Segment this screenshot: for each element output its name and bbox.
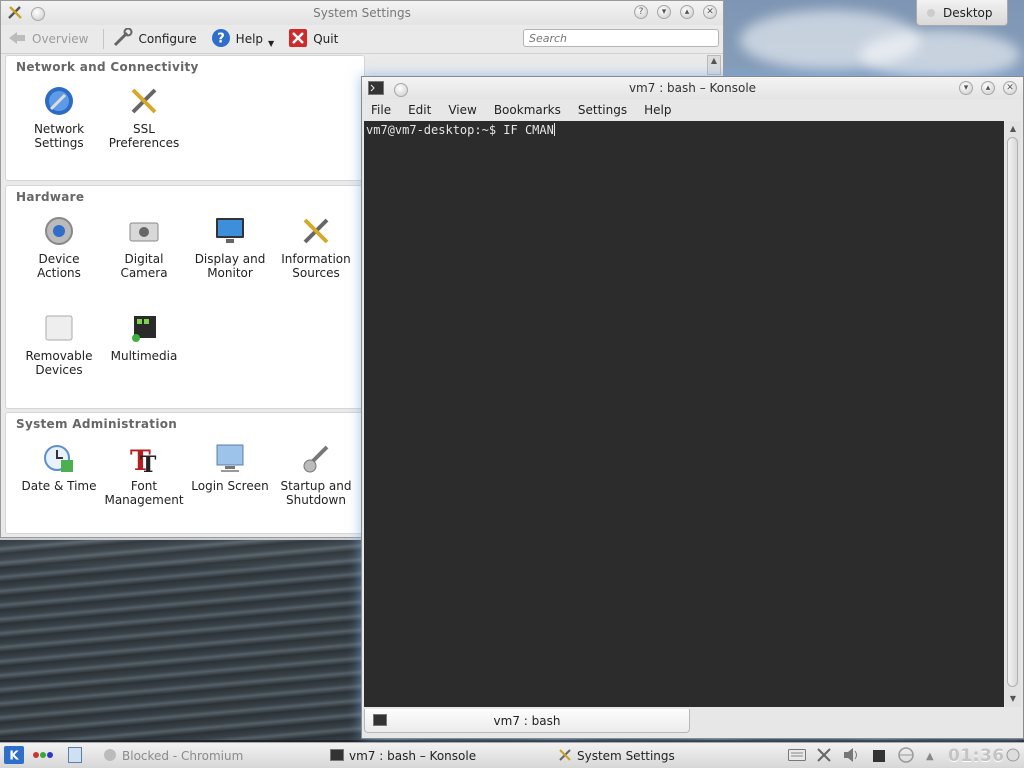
- group-system-administration: System Administration Date & Time TT Fon…: [5, 412, 365, 534]
- font-icon: TT: [127, 441, 161, 475]
- tab-bash[interactable]: vm7 : bash: [364, 709, 690, 733]
- module-display-monitor[interactable]: Display and Monitor: [187, 214, 273, 280]
- menu-file[interactable]: File: [371, 103, 391, 117]
- minimize-icon[interactable]: ▾: [959, 81, 973, 95]
- svg-text:K: K: [9, 748, 19, 762]
- task-chromium[interactable]: Blocked - Chromium: [103, 747, 243, 765]
- module-date-time[interactable]: Date & Time: [16, 441, 102, 493]
- device-actions-icon: [42, 214, 76, 248]
- menu-bookmarks[interactable]: Bookmarks: [494, 103, 561, 117]
- activities-icon: [32, 749, 54, 763]
- system-settings-titlebar[interactable]: System Settings ? ▾ ▴ ✕: [1, 1, 723, 25]
- network-icon[interactable]: [896, 746, 916, 766]
- digital-clock[interactable]: 01:36: [948, 746, 1005, 766]
- camera-icon: [127, 214, 161, 248]
- clock-icon: [42, 441, 76, 475]
- scroll-down-icon[interactable]: ▼: [1007, 693, 1019, 705]
- module-information-sources[interactable]: Information Sources: [273, 214, 359, 280]
- module-ssl-preferences[interactable]: SSL Preferences: [101, 84, 187, 150]
- show-desktop-button[interactable]: [68, 746, 82, 766]
- chromium-icon: [103, 748, 117, 765]
- konsole-tabbar: vm7 : bash: [364, 709, 1020, 735]
- module-font-management[interactable]: TT Font Management: [101, 441, 187, 507]
- scroll-up-icon[interactable]: ▲: [1007, 123, 1019, 135]
- keyboard-icon[interactable]: [788, 748, 806, 764]
- quit-button[interactable]: Quit: [288, 28, 338, 51]
- klipper-icon[interactable]: [816, 747, 832, 766]
- ssl-preferences-icon: [127, 84, 161, 118]
- konsole-menubar: File Edit View Bookmarks Settings Help: [362, 99, 1023, 121]
- volume-icon[interactable]: [842, 747, 862, 766]
- konsole-titlebar[interactable]: vm7 : bash – Konsole ▾ ▴ ✕: [362, 77, 1023, 99]
- task-system-settings[interactable]: System Settings: [558, 747, 675, 765]
- task-konsole[interactable]: vm7 : bash – Konsole: [330, 747, 476, 765]
- menu-view[interactable]: View: [448, 103, 476, 117]
- module-digital-camera[interactable]: Digital Camera: [101, 214, 187, 280]
- quit-icon: [288, 28, 308, 51]
- login-screen-icon: [213, 441, 247, 475]
- back-arrow-icon: [7, 30, 27, 49]
- notifications-chevron-icon[interactable]: ▲: [926, 751, 934, 762]
- startup-shutdown-icon: [299, 441, 333, 475]
- svg-text:T: T: [140, 452, 157, 474]
- terminal-area[interactable]: vm7@vm7-desktop:~$ IF CMAN: [364, 121, 1004, 707]
- text-cursor: [553, 123, 555, 136]
- desktop-activity-button[interactable]: Desktop: [916, 0, 1008, 26]
- system-settings-task-icon: [558, 748, 572, 765]
- desktop-label: Desktop: [943, 5, 993, 20]
- taskbar: K Blocked - Chromium vm7 : bash – Konsol…: [0, 742, 1024, 768]
- maximize-icon[interactable]: ▴: [680, 5, 694, 19]
- group-hardware: Hardware Device Actions Digital Camera D…: [5, 185, 365, 409]
- menu-edit[interactable]: Edit: [408, 103, 431, 117]
- search-input[interactable]: [523, 29, 719, 47]
- terminal-scrollbar[interactable]: ▲ ▼: [1005, 121, 1021, 707]
- module-removable-devices[interactable]: Removable Devices: [16, 311, 102, 377]
- activity-manager-button[interactable]: [32, 747, 54, 765]
- module-multimedia[interactable]: Multimedia: [101, 311, 187, 363]
- network-settings-icon: [42, 84, 76, 118]
- group-network-connectivity: Network and Connectivity Network Setting…: [5, 55, 365, 181]
- module-login-screen[interactable]: Login Screen: [187, 441, 273, 493]
- toolbar-separator: [102, 29, 104, 49]
- maximize-icon[interactable]: ▴: [981, 81, 995, 95]
- terminal-task-icon: [330, 748, 344, 764]
- minimize-icon[interactable]: ▾: [657, 5, 671, 19]
- help-menu-button[interactable]: ? Help ▼: [211, 28, 275, 51]
- scrollbar-thumb[interactable]: [1007, 137, 1018, 687]
- information-sources-icon: [299, 214, 333, 248]
- panel-toolbox-icon[interactable]: [1006, 748, 1020, 765]
- configure-button[interactable]: Configure: [112, 27, 197, 51]
- module-startup-shutdown[interactable]: Startup and Shutdown: [273, 441, 359, 507]
- terminal-prompt-line: vm7@vm7-desktop:~$ IF CMAN: [366, 123, 554, 137]
- system-tray: ▲: [788, 746, 934, 766]
- module-network-settings[interactable]: Network Settings: [16, 84, 102, 150]
- configure-icon: [112, 27, 134, 51]
- menu-settings[interactable]: Settings: [578, 103, 627, 117]
- kde-launcher-icon: K: [4, 745, 24, 767]
- svg-text:?: ?: [217, 31, 225, 46]
- help-icon: ?: [211, 28, 231, 51]
- window-title: System Settings: [313, 6, 411, 20]
- device-notifier-icon[interactable]: [872, 747, 886, 766]
- overview-button[interactable]: Overview: [7, 30, 89, 49]
- close-icon[interactable]: ✕: [703, 5, 717, 19]
- calculator-icon: [68, 746, 82, 766]
- system-settings-toolbar: Overview Configure ? Help ▼ Quit: [1, 25, 723, 54]
- module-device-actions[interactable]: Device Actions: [16, 214, 102, 280]
- application-launcher-button[interactable]: K: [4, 745, 24, 767]
- help-title-icon[interactable]: ?: [634, 5, 648, 19]
- module-list-scroll-up[interactable]: ▲: [707, 55, 721, 75]
- monitor-icon: [213, 214, 247, 248]
- close-icon[interactable]: ✕: [1003, 81, 1017, 95]
- removable-devices-icon: [42, 311, 76, 345]
- menu-help[interactable]: Help: [644, 103, 671, 117]
- konsole-window: vm7 : bash – Konsole ▾ ▴ ✕ File Edit Vie…: [361, 76, 1024, 739]
- activity-icon: [927, 8, 935, 17]
- chevron-down-icon: ▼: [268, 38, 275, 48]
- multimedia-icon: [127, 311, 161, 345]
